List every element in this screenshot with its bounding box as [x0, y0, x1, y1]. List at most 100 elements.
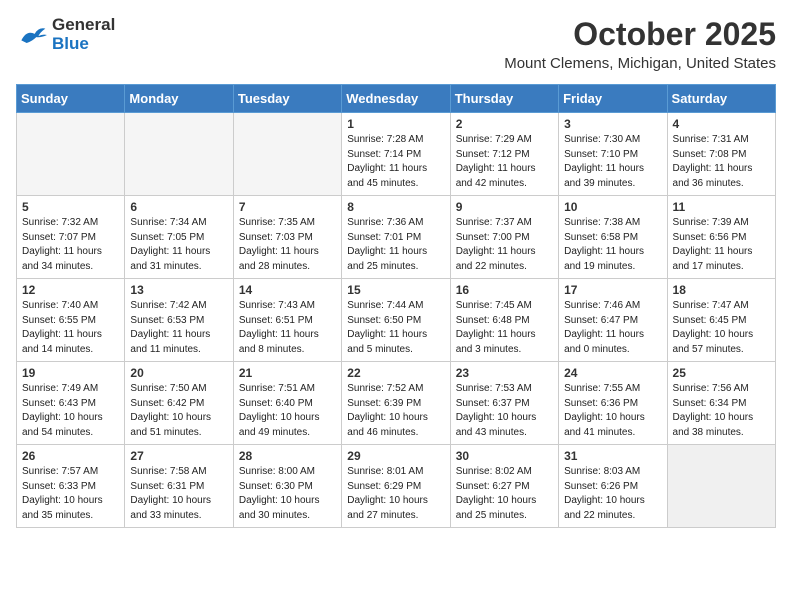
header-wednesday: Wednesday [342, 85, 450, 113]
logo: General Blue [16, 16, 115, 53]
day-info: Sunrise: 7:57 AM Sunset: 6:33 PM Dayligh… [22, 465, 119, 523]
calendar-week-row: 26 Sunrise: 7:57 AM Sunset: 6:33 PM Dayli… [17, 445, 776, 528]
table-row: 23 Sunrise: 7:53 AM Sunset: 6:37 PM Dayli… [450, 362, 558, 445]
header-sunday: Sunday [17, 85, 125, 113]
day-info: Sunrise: 7:47 AM Sunset: 6:45 PM Dayligh… [673, 299, 770, 357]
day-number: 11 [673, 200, 770, 214]
day-number: 2 [456, 117, 553, 131]
day-number: 21 [239, 366, 336, 380]
day-info: Sunrise: 7:37 AM Sunset: 7:00 PM Dayligh… [456, 216, 553, 274]
day-number: 25 [673, 366, 770, 380]
day-info: Sunrise: 7:40 AM Sunset: 6:55 PM Dayligh… [22, 299, 119, 357]
table-row: 24 Sunrise: 7:55 AM Sunset: 6:36 PM Dayli… [559, 362, 667, 445]
day-info: Sunrise: 7:32 AM Sunset: 7:07 PM Dayligh… [22, 216, 119, 274]
table-row [125, 113, 233, 196]
day-info: Sunrise: 7:30 AM Sunset: 7:10 PM Dayligh… [564, 133, 661, 191]
table-row: 13 Sunrise: 7:42 AM Sunset: 6:53 PM Dayli… [125, 279, 233, 362]
table-row: 5 Sunrise: 7:32 AM Sunset: 7:07 PM Daylig… [17, 196, 125, 279]
table-row: 25 Sunrise: 7:56 AM Sunset: 6:34 PM Dayli… [667, 362, 775, 445]
month-title: October 2025 [504, 16, 776, 53]
table-row: 19 Sunrise: 7:49 AM Sunset: 6:43 PM Dayli… [17, 362, 125, 445]
table-row: 30 Sunrise: 8:02 AM Sunset: 6:27 PM Dayli… [450, 445, 558, 528]
table-row: 9Sunrise: 7:37 AM Sunset: 7:00 PM Daylig… [450, 196, 558, 279]
day-number: 4 [673, 117, 770, 131]
table-row: 21 Sunrise: 7:51 AM Sunset: 6:40 PM Dayli… [233, 362, 341, 445]
logo-bird-icon [16, 24, 48, 46]
logo-blue: Blue [52, 35, 115, 54]
day-info: Sunrise: 7:39 AM Sunset: 6:56 PM Dayligh… [673, 216, 770, 274]
location-title: Mount Clemens, Michigan, United States [504, 55, 776, 72]
day-number: 16 [456, 283, 553, 297]
calendar-table: Sunday Monday Tuesday Wednesday Thursday… [16, 84, 776, 528]
calendar-header-row: Sunday Monday Tuesday Wednesday Thursday… [17, 85, 776, 113]
table-row: 31 Sunrise: 8:03 AM Sunset: 6:26 PM Dayli… [559, 445, 667, 528]
table-row: 27Sunrise: 7:58 AM Sunset: 6:31 PM Dayli… [125, 445, 233, 528]
table-row: 15Sunrise: 7:44 AM Sunset: 6:50 PM Dayli… [342, 279, 450, 362]
table-row: 6 Sunrise: 7:34 AM Sunset: 7:05 PM Daylig… [125, 196, 233, 279]
day-number: 18 [673, 283, 770, 297]
calendar-week-row: 1 Sunrise: 7:28 AM Sunset: 7:14 PM Daylig… [17, 113, 776, 196]
day-info: Sunrise: 7:52 AM Sunset: 6:39 PM Dayligh… [347, 382, 444, 440]
day-number: 22 [347, 366, 444, 380]
page-header: General Blue October 2025 Mount Clemens,… [16, 16, 776, 72]
day-number: 29 [347, 449, 444, 463]
calendar-week-row: 12Sunrise: 7:40 AM Sunset: 6:55 PM Dayli… [17, 279, 776, 362]
day-info: Sunrise: 8:02 AM Sunset: 6:27 PM Dayligh… [456, 465, 553, 523]
day-number: 28 [239, 449, 336, 463]
day-info: Sunrise: 8:00 AM Sunset: 6:30 PM Dayligh… [239, 465, 336, 523]
day-number: 5 [22, 200, 119, 214]
day-info: Sunrise: 8:01 AM Sunset: 6:29 PM Dayligh… [347, 465, 444, 523]
table-row: 17 Sunrise: 7:46 AM Sunset: 6:47 PM Dayli… [559, 279, 667, 362]
table-row: 29 Sunrise: 8:01 AM Sunset: 6:29 PM Dayli… [342, 445, 450, 528]
day-number: 14 [239, 283, 336, 297]
header-saturday: Saturday [667, 85, 775, 113]
day-info: Sunrise: 7:45 AM Sunset: 6:48 PM Dayligh… [456, 299, 553, 357]
day-number: 23 [456, 366, 553, 380]
day-number: 1 [347, 117, 444, 131]
calendar-week-row: 5 Sunrise: 7:32 AM Sunset: 7:07 PM Daylig… [17, 196, 776, 279]
table-row: 7 Sunrise: 7:35 AM Sunset: 7:03 PM Daylig… [233, 196, 341, 279]
day-number: 8 [347, 200, 444, 214]
day-number: 17 [564, 283, 661, 297]
table-row: 8 Sunrise: 7:36 AM Sunset: 7:01 PM Daylig… [342, 196, 450, 279]
day-number: 3 [564, 117, 661, 131]
day-info: Sunrise: 8:03 AM Sunset: 6:26 PM Dayligh… [564, 465, 661, 523]
day-number: 30 [456, 449, 553, 463]
day-info: Sunrise: 7:49 AM Sunset: 6:43 PM Dayligh… [22, 382, 119, 440]
day-info: Sunrise: 7:44 AM Sunset: 6:50 PM Dayligh… [347, 299, 444, 357]
day-number: 26 [22, 449, 119, 463]
title-area: October 2025 Mount Clemens, Michigan, Un… [504, 16, 776, 72]
day-number: 7 [239, 200, 336, 214]
day-info: Sunrise: 7:42 AM Sunset: 6:53 PM Dayligh… [130, 299, 227, 357]
day-info: Sunrise: 7:34 AM Sunset: 7:05 PM Dayligh… [130, 216, 227, 274]
day-number: 20 [130, 366, 227, 380]
header-thursday: Thursday [450, 85, 558, 113]
day-info: Sunrise: 7:53 AM Sunset: 6:37 PM Dayligh… [456, 382, 553, 440]
day-info: Sunrise: 7:28 AM Sunset: 7:14 PM Dayligh… [347, 133, 444, 191]
table-row: 3 Sunrise: 7:30 AM Sunset: 7:10 PM Daylig… [559, 113, 667, 196]
day-info: Sunrise: 7:31 AM Sunset: 7:08 PM Dayligh… [673, 133, 770, 191]
table-row [667, 445, 775, 528]
day-info: Sunrise: 7:51 AM Sunset: 6:40 PM Dayligh… [239, 382, 336, 440]
day-number: 10 [564, 200, 661, 214]
table-row: 26 Sunrise: 7:57 AM Sunset: 6:33 PM Dayli… [17, 445, 125, 528]
header-friday: Friday [559, 85, 667, 113]
day-number: 24 [564, 366, 661, 380]
day-info: Sunrise: 7:36 AM Sunset: 7:01 PM Dayligh… [347, 216, 444, 274]
day-number: 6 [130, 200, 227, 214]
day-number: 13 [130, 283, 227, 297]
logo-general: General [52, 16, 115, 35]
table-row: 22 Sunrise: 7:52 AM Sunset: 6:39 PM Dayli… [342, 362, 450, 445]
table-row: 12Sunrise: 7:40 AM Sunset: 6:55 PM Dayli… [17, 279, 125, 362]
day-info: Sunrise: 7:35 AM Sunset: 7:03 PM Dayligh… [239, 216, 336, 274]
day-info: Sunrise: 7:55 AM Sunset: 6:36 PM Dayligh… [564, 382, 661, 440]
table-row: 4 Sunrise: 7:31 AM Sunset: 7:08 PM Daylig… [667, 113, 775, 196]
header-monday: Monday [125, 85, 233, 113]
day-info: Sunrise: 7:46 AM Sunset: 6:47 PM Dayligh… [564, 299, 661, 357]
day-number: 31 [564, 449, 661, 463]
table-row: 28 Sunrise: 8:00 AM Sunset: 6:30 PM Dayli… [233, 445, 341, 528]
day-info: Sunrise: 7:56 AM Sunset: 6:34 PM Dayligh… [673, 382, 770, 440]
day-number: 19 [22, 366, 119, 380]
day-info: Sunrise: 7:43 AM Sunset: 6:51 PM Dayligh… [239, 299, 336, 357]
table-row: 11 Sunrise: 7:39 AM Sunset: 6:56 PM Dayli… [667, 196, 775, 279]
